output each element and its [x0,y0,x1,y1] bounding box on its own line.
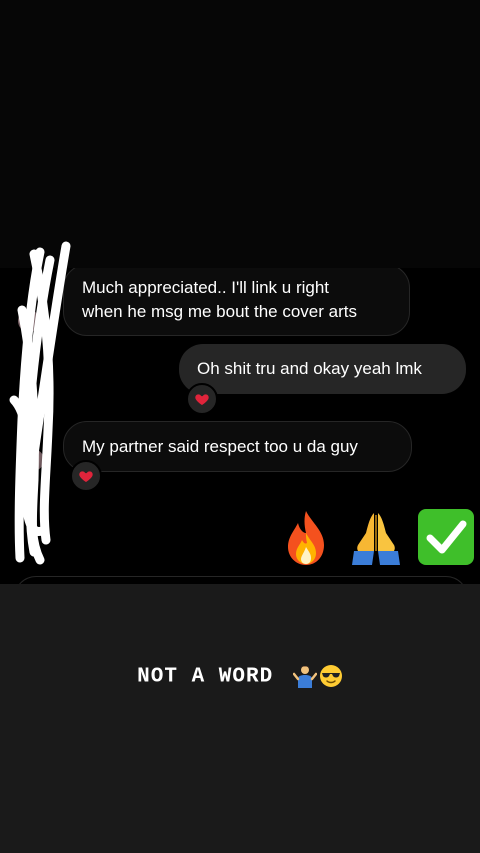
message-text-line: Much appreciated.. I'll link u right [82,278,330,297]
outgoing-message: Oh shit tru and okay yeah lmk [179,344,466,394]
person-shrugging-emoji [292,666,317,688]
message-text: My partner said respect too u da guy [82,436,358,456]
incoming-message: Much appreciated.. I'll link u right whe… [63,268,410,336]
reaction-heart [186,383,218,415]
incoming-message: My partner said respect too u da guy [63,421,412,472]
message-text: Oh shit tru and okay yeah lmk [197,359,422,378]
sunglasses-face-emoji [319,665,342,687]
story-top-area [0,0,480,268]
story-caption: NOT A WORD [0,664,480,689]
caption-text: NOT A WORD [137,665,274,689]
white-scribble-redaction [9,241,71,565]
check-mark-button-emoji [418,509,474,565]
message-text-line: when he msg me bout the cover arts [82,302,357,321]
fire-emoji [288,511,324,565]
praying-hands-emoji [352,513,400,565]
heart-icon [195,394,209,405]
emoji-message [276,507,476,567]
story-caption-area [0,584,480,853]
